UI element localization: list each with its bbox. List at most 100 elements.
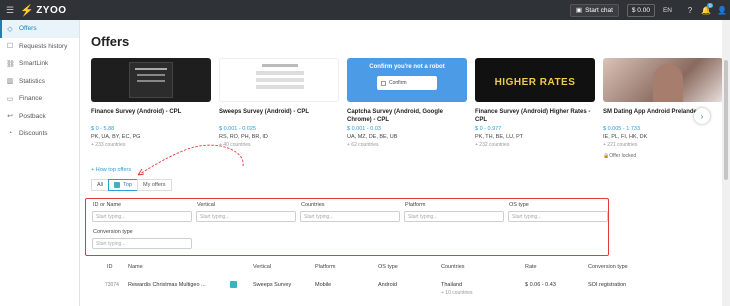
cell-conversion: SOI registration [588,282,627,288]
cell-os: Android [378,282,397,288]
page-title: Offers [91,34,130,49]
col-conversion-type[interactable]: Conversion type [588,264,628,270]
tab-top[interactable]: Top [108,179,138,191]
offer-countries: PK, UA, BY, EC, PG [91,134,141,140]
filter-label-id-name: ID or Name [93,202,122,208]
offer-more-countries: + 233 countries [91,142,126,148]
os-type-input[interactable]: Start typing... [508,211,608,222]
top-icon [114,182,121,188]
top-bar: ☰ ⚡ ZYOO ▣ Start chat $ 0.00 EN ? 🔔 0 👤 [0,0,730,20]
scrollbar-thumb[interactable] [724,60,728,180]
sidebar-item-statistics[interactable]: ▥ Statistics [0,73,79,91]
carousel-next-button[interactable]: › [694,108,710,124]
thumbnail-checkbox-label: Confirm [389,80,407,86]
offer-name: Captcha Survey (Android, Google Chrome) … [347,109,444,123]
filter-label-conversion-type: Conversion type [93,229,133,235]
chevron-right-icon: › [700,111,704,121]
filter-label-vertical: Vertical [197,202,216,208]
discount-icon: ◔ [7,130,13,138]
col-os-type[interactable]: OS type [378,264,398,270]
offer-rate: $ 0.005 - 1.733 [603,126,641,132]
offer-rate: $ 0 - 5.88 [91,126,115,132]
sidebar-item-requests-history[interactable]: ☐ Requests history [0,38,79,56]
chart-icon: ▥ [6,78,14,86]
thumbnail-text: Confirm you're not a robot [369,64,445,70]
language-selector[interactable]: EN [663,7,672,14]
table-header: ID Name Vertical Platform OS type Countr… [80,264,722,278]
top-icon [230,281,237,288]
bolt-icon: ⚡ [20,4,35,17]
offer-thumbnail: Confirm you're not a robot Confirm [347,58,467,102]
offer-tabs: All Top My offers [91,179,172,191]
offer-more-countries: + 62 countries [347,142,379,148]
offer-name: Finance Survey (Android) - CPL [91,109,182,115]
balance-display[interactable]: $ 0.00 [626,3,655,17]
col-countries[interactable]: Countries [441,264,465,270]
offer-rate: $ 0.001 - 0.03 [347,126,381,132]
sidebar-item-postback[interactable]: ↩ Postback [0,108,79,126]
link-icon: ⛓ [6,60,15,68]
page-scrollbar[interactable] [722,20,730,306]
help-icon[interactable]: ? [682,6,698,15]
col-vertical[interactable]: Vertical [253,264,271,270]
offer-countries: UA, MZ, DE, BE, UB [347,134,398,140]
notification-badge: 0 [707,2,713,8]
notification-icon[interactable]: 🔔 0 [698,2,714,15]
thumbnail-text: HIGHER RATES [494,77,576,88]
offer-more-countries: + 221 countries [603,142,638,148]
cell-name[interactable]: Rewardis Christmas Multigeo ... [128,282,206,288]
sidebar-item-smartlink[interactable]: ⛓ SmartLink [0,55,79,73]
how-top-offers-link[interactable]: + How top offers [91,167,131,173]
start-chat-button[interactable]: ▣ Start chat [569,3,619,17]
offer-rate: $ 0 - 0.977 [475,126,502,132]
col-platform[interactable]: Platform [315,264,335,270]
offer-name: Finance Survey (Android) Higher Rates - … [475,109,591,123]
cell-vertical: Sweeps Survey [253,282,292,288]
main-content: Offers Finance Survey (Android) - CPL $ … [80,20,723,306]
offer-card[interactable]: Finance Survey (Android) - CPL $ 0 - 5.8… [91,58,211,178]
offer-thumbnail [91,58,211,102]
col-name[interactable]: Name [128,264,143,270]
tab-my-offers[interactable]: My offers [137,179,172,191]
chat-icon: ▣ [575,7,583,14]
vertical-input[interactable]: Start typing... [196,211,296,222]
id-name-input[interactable]: Start typing... [92,211,192,222]
conversion-type-input[interactable]: Start typing... [92,238,192,249]
filters-panel: ID or Name Start typing... Vertical Star… [85,198,609,256]
offer-locked-label: 🔒Offer locked [603,153,637,159]
logo[interactable]: ⚡ ZYOO [20,4,67,17]
table-row[interactable]: 73074 Rewardis Christmas Multigeo ... Sw… [80,281,722,296]
user-icon[interactable]: 👤 [714,6,730,15]
offer-thumbnail [219,58,339,102]
filter-label-os-type: OS type [509,202,529,208]
tab-all[interactable]: All [91,179,110,191]
offer-card[interactable]: Confirm you're not a robot Confirm Captc… [347,58,467,178]
start-chat-label: Start chat [585,6,613,14]
postback-icon: ↩ [7,113,13,121]
offer-card[interactable]: Sweeps Survey (Android) - CPL $ 0.001 - … [219,58,339,178]
top-offers-carousel: Finance Survey (Android) - CPL $ 0 - 5.8… [91,58,723,178]
offer-countries: IE, PL, FI, HK, DK [603,134,648,140]
offer-name: Sweeps Survey (Android) - CPL [219,109,310,115]
menu-icon[interactable]: ☰ [0,5,20,16]
offer-thumbnail: HIGHER RATES [475,58,595,102]
offer-countries: RS, RO, PH, BR, ID [219,134,268,140]
sidebar: ◇ Offers ☐ Requests history ⛓ SmartLink ▥ St… [0,20,80,306]
cell-country-more: + 10 countries [441,290,473,296]
platform-input[interactable]: Start typing... [404,211,504,222]
offer-countries: PK, TH, BE, LU, PT [475,134,524,140]
cell-id: 73074 [105,282,119,288]
cell-rate: $ 0.06 - 0.43 [525,282,556,288]
offer-card[interactable]: HIGHER RATES Finance Survey (Android) Hi… [475,58,595,178]
col-rate[interactable]: Rate [525,264,537,270]
offer-more-countries: + 232 countries [475,142,510,148]
logo-text: ZYOO [36,4,67,16]
sidebar-item-discounts[interactable]: ◔ Discounts [0,125,79,143]
sidebar-item-offers[interactable]: ◇ Offers [0,20,79,38]
filter-label-countries: Countries [301,202,325,208]
col-id[interactable]: ID [107,264,113,270]
sidebar-item-finance[interactable]: ▭ Finance [0,90,79,108]
filter-label-platform: Platform [405,202,426,208]
wallet-icon: ▭ [6,95,14,103]
countries-input[interactable]: Start typing... [300,211,400,222]
